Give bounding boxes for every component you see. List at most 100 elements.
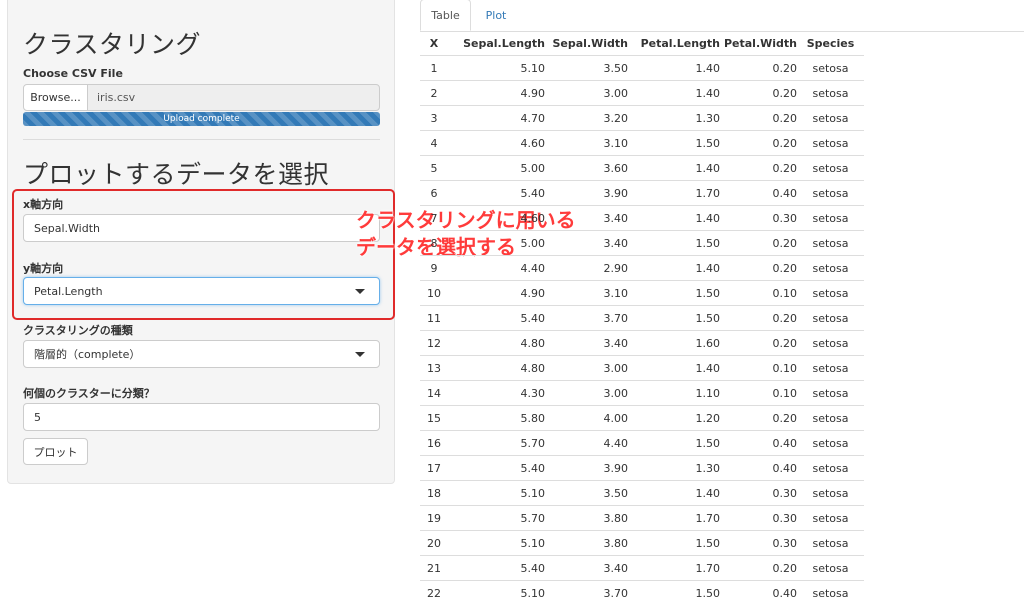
table-cell: 0.30 [720, 481, 797, 506]
table-cell: setosa [797, 331, 864, 356]
table-cell: 0.20 [720, 556, 797, 581]
table-cell: 1.50 [628, 581, 720, 605]
table-cell: 16 [420, 431, 448, 456]
table-cell: 4.70 [448, 106, 545, 131]
table-cell: 5.40 [448, 306, 545, 331]
table-cell: 4.90 [448, 281, 545, 306]
table-cell: 4.90 [448, 81, 545, 106]
app-title: クラスタリング [23, 25, 201, 61]
table-row: 94.402.901.400.20setosa [420, 256, 864, 281]
tab-table[interactable]: Table [420, 0, 471, 31]
table-cell: 5.10 [448, 581, 545, 605]
table-row: 144.303.001.100.10setosa [420, 381, 864, 406]
table-cell: setosa [797, 306, 864, 331]
table-cell: 3.50 [545, 481, 628, 506]
data-table: X Sepal.Length Sepal.Width Petal.Length … [420, 31, 864, 605]
table-row: 175.403.901.300.40setosa [420, 456, 864, 481]
table-cell: setosa [797, 156, 864, 181]
clusters-input[interactable]: 5 [23, 403, 380, 431]
table-row: 225.103.701.500.40setosa [420, 581, 864, 605]
tab-plot[interactable]: Plot [472, 0, 520, 31]
table-cell: 6 [420, 181, 448, 206]
table-cell: setosa [797, 406, 864, 431]
table-cell: 0.40 [720, 181, 797, 206]
plot-button[interactable]: プロット [23, 438, 88, 465]
table-cell: 1.40 [628, 206, 720, 231]
section-title: プロットするデータを選択 [23, 155, 329, 191]
table-cell: setosa [797, 206, 864, 231]
table-row: 165.704.401.500.40setosa [420, 431, 864, 456]
table-cell: 1.50 [628, 131, 720, 156]
table-cell: 5.10 [448, 56, 545, 81]
column-header[interactable]: Petal.Length [628, 31, 720, 56]
table-cell: 0.20 [720, 306, 797, 331]
table-cell: 3.40 [545, 206, 628, 231]
table-cell: 5.00 [448, 231, 545, 256]
chevron-down-icon [355, 352, 365, 357]
table-cell: 1.40 [628, 156, 720, 181]
clusters-label: 何個のクラスターに分類？ [23, 385, 155, 401]
file-name-field: iris.csv [87, 84, 380, 111]
table-cell: setosa [797, 506, 864, 531]
table-row: 24.903.001.400.20setosa [420, 81, 864, 106]
method-value: 階層的（complete） [34, 346, 140, 362]
table-cell: setosa [797, 131, 864, 156]
table-cell: 1.50 [628, 306, 720, 331]
table-cell: 19 [420, 506, 448, 531]
table-cell: 3 [420, 106, 448, 131]
table-cell: 3.20 [545, 106, 628, 131]
table-cell: 1.60 [628, 331, 720, 356]
table-cell: 15 [420, 406, 448, 431]
table-cell: 21 [420, 556, 448, 581]
column-header[interactable]: Sepal.Length [448, 31, 545, 56]
table-cell: 5.70 [448, 506, 545, 531]
table-row: 104.903.101.500.10setosa [420, 281, 864, 306]
table-cell: 0.30 [720, 206, 797, 231]
table-cell: 1.50 [628, 531, 720, 556]
table-row: 65.403.901.700.40setosa [420, 181, 864, 206]
table-cell: 4.80 [448, 331, 545, 356]
table-cell: 0.40 [720, 431, 797, 456]
column-header[interactable]: Sepal.Width [545, 31, 628, 56]
table-cell: 0.20 [720, 81, 797, 106]
table-cell: 3.70 [545, 581, 628, 605]
table-cell: 5.00 [448, 156, 545, 181]
table-row: 44.603.101.500.20setosa [420, 131, 864, 156]
table-cell: 3.60 [545, 156, 628, 181]
column-header[interactable]: X [420, 31, 448, 56]
table-cell: setosa [797, 556, 864, 581]
section-divider [23, 139, 380, 140]
table-cell: 1.40 [628, 481, 720, 506]
file-input-label: Choose CSV File [23, 67, 123, 80]
table-row: 195.703.801.700.30setosa [420, 506, 864, 531]
table-cell: 1.50 [628, 231, 720, 256]
upload-progress-bar: Upload complete [23, 112, 380, 126]
table-row: 155.804.001.200.20setosa [420, 406, 864, 431]
table-cell: 0.30 [720, 531, 797, 556]
column-header[interactable]: Petal.Width [720, 31, 797, 56]
table-cell: 18 [420, 481, 448, 506]
table-cell: 0.40 [720, 581, 797, 605]
table-header-row: X Sepal.Length Sepal.Width Petal.Length … [420, 31, 864, 56]
table-cell: 20 [420, 531, 448, 556]
table-cell: 0.40 [720, 456, 797, 481]
column-header[interactable]: Species [797, 31, 864, 56]
table-cell: 5.80 [448, 406, 545, 431]
table-cell: 14 [420, 381, 448, 406]
table-cell: 3.80 [545, 506, 628, 531]
table-cell: setosa [797, 481, 864, 506]
table-cell: 0.10 [720, 281, 797, 306]
table-cell: 4.30 [448, 381, 545, 406]
browse-button[interactable]: Browse... [23, 84, 88, 111]
table-cell: 4.00 [545, 406, 628, 431]
table-cell: 9 [420, 256, 448, 281]
clusters-value: 5 [34, 411, 41, 424]
table-cell: 0.20 [720, 256, 797, 281]
table-cell: 1.50 [628, 431, 720, 456]
table-cell: 3.90 [545, 456, 628, 481]
table-cell: 2.90 [545, 256, 628, 281]
table-cell: 3.40 [545, 231, 628, 256]
table-cell: 3.40 [545, 556, 628, 581]
method-select[interactable]: 階層的（complete） [23, 340, 380, 368]
table-cell: 1.50 [628, 281, 720, 306]
